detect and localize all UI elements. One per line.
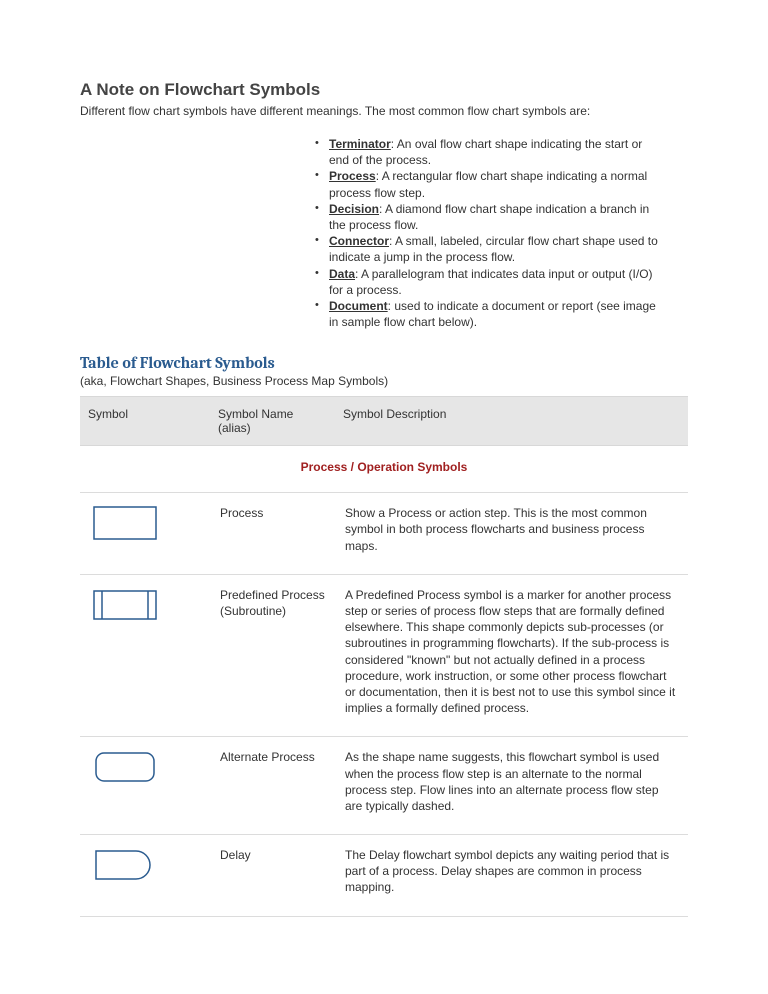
symbol-name: Process [210,493,335,575]
symbol-name: Delay [210,835,335,917]
table-row: Predefined Process (Subroutine) A Predef… [80,574,688,737]
list-item: Decision: A diamond flow chart shape ind… [315,201,658,233]
list-item: Process: A rectangular flow chart shape … [315,168,658,200]
term: Decision [329,202,379,216]
term-desc: : A rectangular flow chart shape indicat… [329,169,647,199]
term: Document [329,299,388,313]
intro-text: Different flow chart symbols have differ… [80,104,688,118]
symbols-table: Symbol Symbol Name (alias) Symbol Descri… [80,396,688,916]
term-desc: : A parallelogram that indicates data in… [329,267,653,297]
term: Connector [329,234,389,248]
definitions-list: Terminator: An oval flow chart shape ind… [315,136,688,330]
term: Terminator [329,137,391,151]
term: Process [329,169,376,183]
predefined-process-icon [90,585,160,625]
table-subtitle: (aka, Flowchart Shapes, Business Process… [80,374,688,388]
table-row: Alternate Process As the shape name sugg… [80,737,688,835]
symbol-desc: A Predefined Process symbol is a marker … [335,574,688,737]
symbol-desc: The Delay flowchart symbol depicts any w… [335,835,688,917]
list-item: Document: used to indicate a document or… [315,298,658,330]
table-heading: Table of Flowchart Symbols [80,354,688,372]
table-row: Delay The Delay flowchart symbol depicts… [80,835,688,917]
page-title: A Note on Flowchart Symbols [80,80,688,100]
list-item: Data: A parallelogram that indicates dat… [315,266,658,298]
delay-icon [90,845,160,885]
symbol-name: Alternate Process [210,737,335,835]
col-desc: Symbol Description [335,397,688,446]
symbol-desc: Show a Process or action step. This is t… [335,493,688,575]
symbol-name: Predefined Process (Subroutine) [210,574,335,737]
term: Data [329,267,355,281]
section-heading: Process / Operation Symbols [80,446,688,493]
list-item: Terminator: An oval flow chart shape ind… [315,136,658,168]
list-item: Connector: A small, labeled, circular fl… [315,233,658,265]
col-symbol: Symbol [80,397,210,446]
table-row: Process Show a Process or action step. T… [80,493,688,575]
symbol-desc: As the shape name suggests, this flowcha… [335,737,688,835]
process-icon [90,503,160,543]
col-name: Symbol Name (alias) [210,397,335,446]
alternate-process-icon [90,747,160,787]
